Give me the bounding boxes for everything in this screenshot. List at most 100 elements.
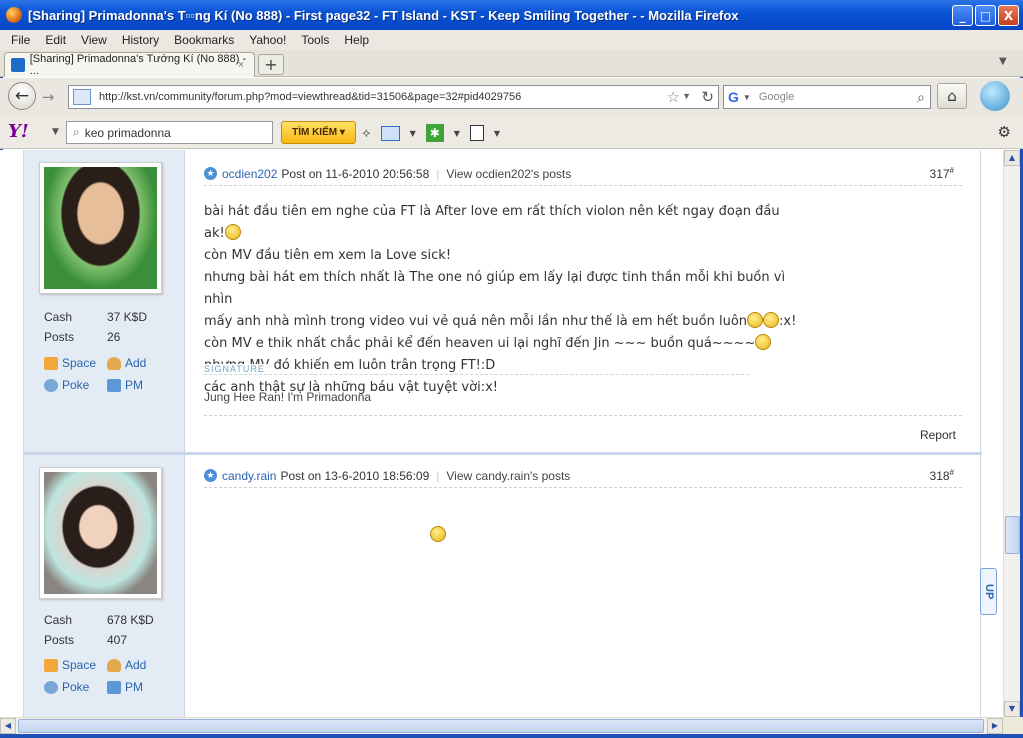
signature-divider: SIGNATURE <box>204 364 749 375</box>
window-bottom-frame <box>0 734 1023 738</box>
scroll-right-arrow-icon[interactable]: ▶ <box>987 718 1003 734</box>
post-footer-divider <box>204 415 962 416</box>
post-line: mấy anh nhà mình trong video vui vẻ quá … <box>204 311 804 333</box>
post-number[interactable]: 317# <box>930 166 954 181</box>
post-header: ★ ocdien202 Post on 11-6-2010 20:56:58 |… <box>204 162 962 186</box>
yahoo-search-value: keo primadonna <box>84 125 171 140</box>
poke-icon <box>44 378 58 392</box>
emoticon-tongue-icon <box>224 224 241 240</box>
view-posts-link[interactable]: View candy.rain's posts <box>446 469 570 483</box>
tab-close-icon[interactable]: × <box>234 58 248 72</box>
stat-value: 37 K$D <box>107 310 148 324</box>
home-icon <box>44 658 58 672</box>
header-divider: | <box>436 468 440 483</box>
url-bar[interactable]: http://kst.vn/community/forum.php?mod=vi… <box>68 85 719 109</box>
post-author-link[interactable]: ocdien202 <box>222 167 277 181</box>
menu-help[interactable]: Help <box>337 33 377 47</box>
menu-file[interactable]: File <box>4 33 38 47</box>
emoticon-smile-icon <box>747 312 764 328</box>
forward-button[interactable]: → <box>38 88 58 106</box>
post-number-value: 317 <box>929 167 950 181</box>
stat-label: Cash <box>44 613 73 627</box>
post-line: bài hát đầu tiên em nghe của FT là After… <box>204 201 804 245</box>
gear-icon[interactable]: ⚙ <box>998 123 1011 141</box>
maximize-button[interactable]: □ <box>975 5 996 26</box>
vertical-scroll-thumb[interactable] <box>1005 516 1020 554</box>
menu-tools[interactable]: Tools <box>294 33 337 47</box>
url-dropdown-icon[interactable]: ▼ <box>682 91 691 101</box>
back-button[interactable]: ← <box>8 82 36 110</box>
menu-bookmarks[interactable]: Bookmarks <box>167 33 242 47</box>
space-link[interactable]: Space <box>44 654 107 676</box>
yahoo-search-input[interactable]: ⌕ keo primadonna <box>66 121 273 144</box>
post-main: ★ candy.rain Post on 13-6-2010 18:56:09 … <box>204 455 964 717</box>
poke-link[interactable]: Poke <box>44 374 107 396</box>
space-link[interactable]: Space <box>44 352 107 374</box>
tab-list-icon[interactable]: ▼ <box>999 56 1015 70</box>
add-friend-link[interactable]: Add <box>107 352 170 374</box>
avatar[interactable] <box>39 162 162 294</box>
notepad-dropdown-icon[interactable]: ▼ <box>494 129 500 138</box>
scroll-up-arrow-icon[interactable]: ▲ <box>1004 150 1020 166</box>
post-line-text: mấy anh nhà mình trong video vui vẻ quá … <box>204 314 748 329</box>
add-link-label: Add <box>125 658 147 672</box>
horizontal-scrollbar[interactable]: ◀ ▶ <box>0 717 1003 734</box>
stat-cash: Cash 678 K$D <box>44 610 154 630</box>
window-title-bar: [Sharing] Primadonna's T▫▫ng Kí (No 888)… <box>0 0 1023 30</box>
mail-dropdown-icon[interactable]: ▼ <box>410 129 416 138</box>
horizontal-scroll-thumb[interactable] <box>18 719 984 733</box>
post-line-text: còn MV e thik nhất chắc phải kể đến heav… <box>204 336 756 351</box>
search-icon[interactable]: ⌕ <box>917 89 925 106</box>
search-bar[interactable]: G ▼ Google ⌕ <box>723 85 931 109</box>
apps-icon[interactable]: ✱ <box>425 124 444 142</box>
yahoo-menu-dropdown-icon[interactable]: ▼ <box>52 127 59 137</box>
report-link[interactable]: Report <box>920 428 956 442</box>
post-author-sidebar: Cash 678 K$D Posts 407 Space Add Poke PM <box>24 455 185 717</box>
post-number[interactable]: 318# <box>930 468 954 483</box>
yahoo-search-button[interactable]: TÌM KIẾM ▾ <box>281 121 356 144</box>
site-identity-icon[interactable] <box>73 89 91 105</box>
yahoo-logo[interactable]: Y! <box>8 121 29 142</box>
poke-link[interactable]: Poke <box>44 676 107 698</box>
search-engine-dropdown-icon[interactable]: ▼ <box>743 93 751 102</box>
scroll-up-button[interactable]: UP <box>980 568 997 615</box>
reload-icon[interactable]: ↻ <box>701 88 714 106</box>
new-tab-button[interactable]: + <box>258 54 284 75</box>
post-line: còn MV e thik nhất chắc phải kể đến heav… <box>204 333 804 355</box>
notepad-icon[interactable] <box>469 125 484 141</box>
vertical-scrollbar[interactable]: ▲ ▼ <box>1003 150 1020 717</box>
menu-yahoo[interactable]: Yahoo! <box>242 33 294 47</box>
scroll-down-arrow-icon[interactable]: ▼ <box>1004 701 1020 717</box>
post-author-link[interactable]: candy.rain <box>222 469 276 483</box>
apps-dropdown-icon[interactable]: ▼ <box>454 129 460 138</box>
addon-icon[interactable] <box>980 81 1010 111</box>
avatar[interactable] <box>39 467 162 599</box>
menu-edit[interactable]: Edit <box>38 33 74 47</box>
google-icon[interactable]: G <box>728 89 739 105</box>
mail-icon[interactable] <box>380 125 400 141</box>
post-line-text: bài hát đầu tiên em nghe của FT là After… <box>204 204 780 241</box>
minimize-button[interactable]: _ <box>952 5 973 26</box>
menu-view[interactable]: View <box>74 33 115 47</box>
user-links: Space Add Poke PM <box>44 654 170 698</box>
yahoo-tool-icons: ⟡ ▼ ✱ ▼ ▼ <box>362 124 500 142</box>
scroll-left-arrow-icon[interactable]: ◀ <box>0 718 16 734</box>
add-friend-link[interactable]: Add <box>107 654 170 676</box>
poke-icon <box>44 680 58 694</box>
stat-value: 407 <box>107 633 128 647</box>
header-divider: | <box>436 166 440 181</box>
menu-history[interactable]: History <box>115 33 167 47</box>
close-window-button[interactable]: X <box>998 5 1019 26</box>
home-button[interactable]: ⌂ <box>937 83 967 109</box>
yahoo-toolbar: Y! ▼ ⌕ keo primadonna TÌM KIẾM ▾ ⟡ ▼ ✱ ▼… <box>0 115 1023 149</box>
navigation-toolbar: ← → http://kst.vn/community/forum.php?mo… <box>0 78 1023 115</box>
pm-link[interactable]: PM <box>107 374 170 396</box>
bookmark-star-icon[interactable]: ☆ <box>667 88 680 106</box>
firefox-icon <box>6 7 22 23</box>
pm-link[interactable]: PM <box>107 676 170 698</box>
view-posts-link[interactable]: View ocdien202's posts <box>446 167 571 181</box>
post-date: Post on 11-6-2010 20:56:58 <box>281 166 430 181</box>
online-star-icon: ★ <box>204 469 217 482</box>
tab-current[interactable]: [Sharing] Primadonna's Tướng Kí (No 888)… <box>4 52 255 77</box>
stat-value: 26 <box>107 330 121 344</box>
